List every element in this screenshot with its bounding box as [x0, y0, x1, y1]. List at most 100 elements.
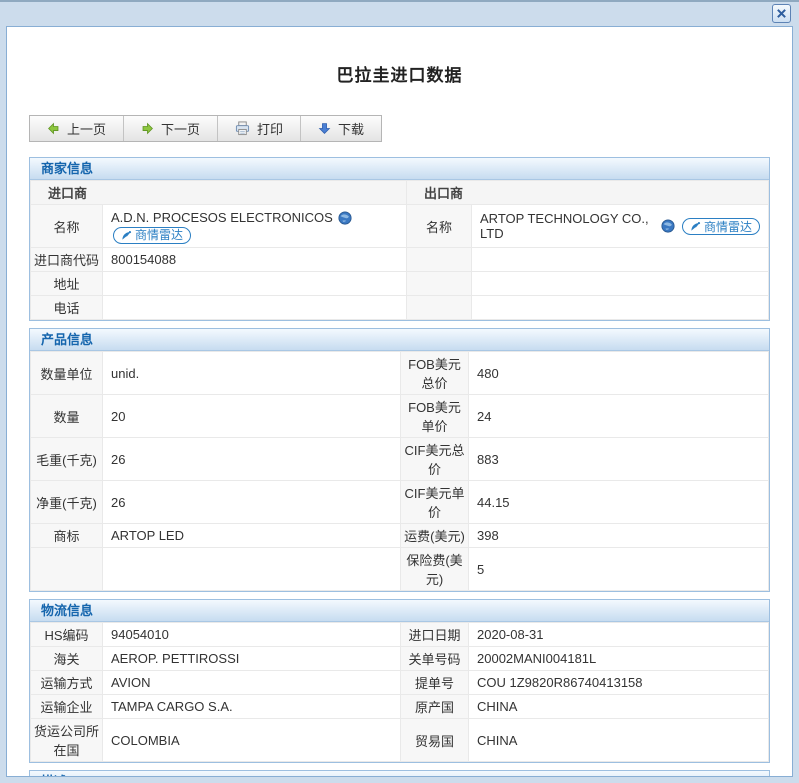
net-weight-label: 净重(千克) — [31, 481, 103, 524]
bill-of-lading-label: 提单号 — [401, 671, 469, 695]
customs-value: AEROP. PETTIROSSI — [103, 647, 401, 671]
table-row: 数量单位 unid. FOB美元总价 480 — [31, 352, 769, 395]
table-row: 货运公司所在国 COLOMBIA 贸易国 CHINA — [31, 719, 769, 762]
trade-country-value: CHINA — [469, 719, 769, 762]
table-row: 商标 ARTOP LED 运费(美元) 398 — [31, 524, 769, 548]
exporter-header: 出口商 — [407, 181, 769, 205]
import-date-label: 进口日期 — [401, 623, 469, 647]
table-row: 毛重(千克) 26 CIF美元总价 883 — [31, 438, 769, 481]
fob-unit-label: FOB美元单价 — [401, 395, 469, 438]
table-row: 运输企业 TAMPA CARGO S.A. 原产国 CHINA — [31, 695, 769, 719]
next-page-label: 下一页 — [161, 119, 200, 138]
close-icon — [776, 8, 787, 19]
cif-total-value: 883 — [469, 438, 769, 481]
brand-label: 商标 — [31, 524, 103, 548]
insurance-value: 5 — [469, 548, 769, 591]
brand-value: ARTOP LED — [103, 524, 401, 548]
merchant-section: 商家信息 进口商 出口商 名称 A.D.N. PROCESOS ELECTRON… — [29, 157, 770, 321]
globe-icon[interactable] — [661, 219, 675, 233]
arrow-down-icon — [318, 122, 331, 135]
qty-label: 数量 — [31, 395, 103, 438]
description-section: 描述 产品详细描述 20 UNIDADES DE LUCES DE LED DE… — [29, 770, 770, 777]
importer-name: A.D.N. PROCESOS ELECTRONICOS — [111, 209, 333, 227]
arrow-left-icon — [47, 122, 60, 135]
qty-unit-value: unid. — [103, 352, 401, 395]
qty-value: 20 — [103, 395, 401, 438]
importer-code-label: 进口商代码 — [31, 248, 103, 272]
origin-country-value: CHINA — [469, 695, 769, 719]
merchant-table: 进口商 出口商 名称 A.D.N. PROCESOS ELECTRONICOS — [30, 180, 769, 320]
freight-company-country-value: COLOMBIA — [103, 719, 401, 762]
description-section-title: 描述 — [30, 771, 769, 777]
exporter-name-label: 名称 — [407, 205, 472, 248]
logistics-table: HS编码 94054010 进口日期 2020-08-31 海关 AEROP. … — [30, 622, 769, 762]
freight-company-country-label: 货运公司所在国 — [31, 719, 103, 762]
gross-weight-label: 毛重(千克) — [31, 438, 103, 481]
exporter-radar-button[interactable]: 商情雷达 — [682, 218, 760, 235]
exporter-name: ARTOP TECHNOLOGY CO., LTD — [480, 211, 656, 241]
transport-mode-value: AVION — [103, 671, 401, 695]
download-button[interactable]: 下载 — [301, 116, 381, 141]
table-row: 海关 AEROP. PETTIROSSI 关单号码 20002MANI00418… — [31, 647, 769, 671]
declaration-no-value: 20002MANI004181L — [469, 647, 769, 671]
satellite-dish-icon — [121, 230, 132, 241]
fob-total-label: FOB美元总价 — [401, 352, 469, 395]
product-table: 数量单位 unid. FOB美元总价 480 数量 20 FOB美元单价 24 … — [30, 351, 769, 591]
table-row: 进口商 出口商 — [31, 181, 769, 205]
origin-country-label: 原产国 — [401, 695, 469, 719]
importer-name-cell: A.D.N. PROCESOS ELECTRONICOS — [103, 205, 407, 248]
table-row: 净重(千克) 26 CIF美元单价 44.15 — [31, 481, 769, 524]
freight-value: 398 — [469, 524, 769, 548]
table-row: 名称 A.D.N. PROCESOS ELECTRONICOS — [31, 205, 769, 248]
window-frame-top — [0, 0, 799, 2]
net-weight-value: 26 — [103, 481, 401, 524]
product-section-title: 产品信息 — [30, 329, 769, 351]
globe-icon[interactable] — [338, 211, 352, 225]
freight-label: 运费(美元) — [401, 524, 469, 548]
exporter-name-cell: ARTOP TECHNOLOGY CO., LTD — [472, 205, 769, 248]
carrier-label: 运输企业 — [31, 695, 103, 719]
table-row: 电话 — [31, 296, 769, 320]
importer-address-label: 地址 — [31, 272, 103, 296]
arrow-right-icon — [141, 122, 154, 135]
fob-unit-value: 24 — [469, 395, 769, 438]
page-title: 巴拉圭进口数据 — [7, 61, 792, 86]
prev-page-button[interactable]: 上一页 — [30, 116, 124, 141]
exporter-radar-label: 商情雷达 — [704, 218, 752, 235]
importer-radar-label: 商情雷达 — [135, 226, 183, 244]
trade-country-label: 贸易国 — [401, 719, 469, 762]
importer-header: 进口商 — [31, 181, 407, 205]
import-date-value: 2020-08-31 — [469, 623, 769, 647]
gross-weight-value: 26 — [103, 438, 401, 481]
importer-code-value: 800154088 — [103, 248, 407, 272]
merchant-section-title: 商家信息 — [30, 158, 769, 180]
printer-icon — [235, 121, 250, 136]
toolbar: 上一页 下一页 打印 下载 — [29, 115, 382, 142]
table-row: HS编码 94054010 进口日期 2020-08-31 — [31, 623, 769, 647]
hs-code-value: 94054010 — [103, 623, 401, 647]
table-row: 进口商代码 800154088 — [31, 248, 769, 272]
carrier-value: TAMPA CARGO S.A. — [103, 695, 401, 719]
next-page-button[interactable]: 下一页 — [124, 116, 218, 141]
product-section: 产品信息 数量单位 unid. FOB美元总价 480 数量 20 FOB美元单… — [29, 328, 770, 592]
satellite-dish-icon — [690, 221, 701, 232]
cif-unit-label: CIF美元单价 — [401, 481, 469, 524]
customs-label: 海关 — [31, 647, 103, 671]
insurance-label: 保险费(美元) — [401, 548, 469, 591]
fob-total-value: 480 — [469, 352, 769, 395]
importer-phone-value — [103, 296, 407, 320]
transport-mode-label: 运输方式 — [31, 671, 103, 695]
close-button[interactable] — [772, 4, 791, 23]
qty-unit-label: 数量单位 — [31, 352, 103, 395]
importer-radar-button[interactable]: 商情雷达 — [113, 227, 191, 244]
declaration-no-label: 关单号码 — [401, 647, 469, 671]
logistics-section-title: 物流信息 — [30, 600, 769, 622]
prev-page-label: 上一页 — [67, 119, 106, 138]
cif-unit-value: 44.15 — [469, 481, 769, 524]
print-label: 打印 — [257, 119, 283, 138]
print-button[interactable]: 打印 — [218, 116, 301, 141]
dialog-panel: 巴拉圭进口数据 上一页 下一页 打印 — [6, 26, 793, 777]
importer-address-value — [103, 272, 407, 296]
cif-total-label: CIF美元总价 — [401, 438, 469, 481]
bill-of-lading-value: COU 1Z9820R86740413158 — [469, 671, 769, 695]
